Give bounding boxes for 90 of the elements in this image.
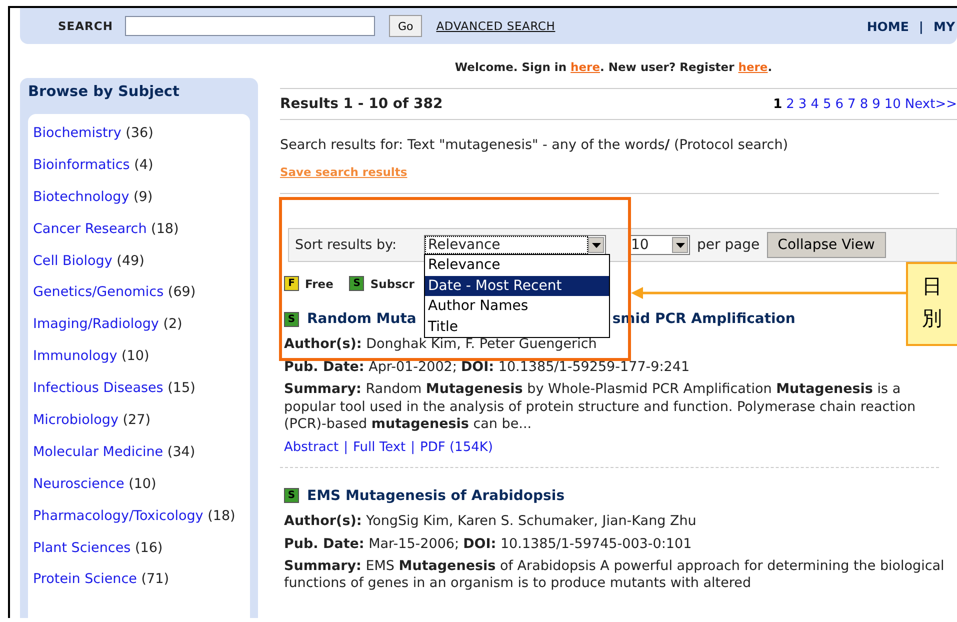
field-value: Mar-15-2006; — [368, 536, 460, 552]
nav-link[interactable]: MY — [934, 18, 955, 34]
field-value: Donghak Kim, F. Peter Guengerich — [366, 336, 597, 352]
subject-link[interactable]: Infectious Diseases — [33, 380, 164, 396]
sort-option[interactable]: Title — [425, 316, 609, 337]
subject-count: (2) — [163, 316, 182, 332]
result-link[interactable]: Full Text — [352, 440, 406, 454]
collapse-view-button[interactable]: Collapse View — [766, 232, 886, 258]
subject-count: (36) — [126, 125, 154, 141]
subject-link[interactable]: Immunology — [33, 348, 118, 364]
subject-count: (10) — [128, 476, 156, 492]
results-count: Results 1 - 10 of 382 — [280, 96, 443, 112]
page-link[interactable]: Next>> — [904, 96, 957, 112]
per-page-label: per page — [697, 237, 760, 253]
field-value: Apr-01-2002; — [368, 359, 457, 375]
subject-count: (27) — [122, 412, 150, 428]
nav-separator: | — [918, 18, 924, 34]
subject-count: (49) — [116, 252, 144, 269]
sort-option[interactable]: Date - Most Recent — [425, 276, 609, 296]
subject-link[interactable]: Bioinformatics — [33, 156, 130, 173]
subject-link[interactable]: Imaging/Radiology — [33, 316, 159, 332]
sort-label: Sort results by: — [295, 237, 398, 253]
sort-select[interactable]: Relevance — [424, 235, 606, 255]
subject-count: (71) — [141, 571, 169, 588]
result-link[interactable]: Abstract — [284, 440, 339, 454]
go-button[interactable]: Go — [388, 15, 422, 37]
field-label: Pub. Date: — [284, 359, 364, 375]
sort-option[interactable]: Relevance — [425, 255, 609, 276]
search-query-text: Search results for: Text "mutagenesis" - any of the words/ (Protocol search) — [280, 137, 790, 153]
per-page-select[interactable]: 10 — [628, 235, 690, 255]
subject-link[interactable]: Molecular Medicine — [33, 444, 164, 460]
subject-link[interactable]: Pharmacology/Toxicology — [33, 508, 204, 524]
page-link[interactable]: 4 — [810, 96, 819, 112]
subject-link[interactable]: Genetics/Genomics — [33, 284, 164, 300]
subject-count: (18) — [208, 508, 236, 524]
page-link[interactable]: 3 — [798, 96, 807, 112]
field-label: Pub. Date: — [284, 536, 364, 552]
summary-text: Summary: Random Mutagenesis by Whole-Plasmid PCR Amplification Mutagenesis is a popular tool used in the analysis of protein structure and function. Polymerase chain reaction (PCR)-based mutagenesis can be... — [284, 381, 917, 434]
welcome-message: Welcome. Sign in here. New user? Register here. — [454, 60, 774, 74]
subject-count: (69) — [168, 284, 196, 300]
search-label: SEARCH — [58, 19, 113, 33]
page-link[interactable]: 6 — [835, 96, 844, 112]
field-label: Author(s): — [284, 336, 362, 352]
access-icon: S — [349, 276, 364, 291]
legend-label: Subscr — [370, 276, 414, 290]
subject-count: (34) — [167, 444, 196, 460]
subject-link[interactable]: Cancer Research — [33, 220, 147, 237]
page-link[interactable]: 10 — [884, 96, 901, 112]
field-label: Author(s): — [284, 512, 362, 528]
subject-count: (15) — [168, 380, 196, 396]
page-link[interactable]: 7 — [848, 96, 856, 112]
subject-link[interactable]: Biotechnology — [33, 188, 130, 205]
access-icon: S — [284, 488, 299, 503]
field-value: 10.1385/1-59745-003-0:101 — [500, 536, 692, 552]
subject-link[interactable]: Neuroscience — [33, 476, 124, 492]
subject-count: (9) — [134, 188, 153, 205]
field-value: YongSig Kim, Karen S. Schumaker, Jian-Kang Zhu — [366, 512, 696, 528]
subject-link[interactable]: Microbiology — [33, 412, 118, 428]
result-title-link[interactable]: EMS Mutagenesis of Arabidopsis — [307, 488, 565, 504]
link-separator: | — [410, 440, 416, 454]
page-link[interactable]: 2 — [786, 96, 794, 112]
field-value: 10.1385/1-59259-177-9:241 — [498, 359, 690, 375]
nav-link[interactable]: HOME — [866, 18, 909, 34]
summary-text: Summary: EMS Mutagenesis of Arabidopsis A powerful approach for determining the biological functions of genes in an organism is to produce mutants with altered — [284, 558, 946, 592]
legend-label: Free — [305, 276, 334, 290]
result-title-link[interactable]: Random Muta — [307, 311, 416, 327]
page-link[interactable]: 9 — [872, 96, 880, 112]
access-icon: F — [284, 276, 299, 291]
subject-count: (4) — [134, 156, 154, 173]
link-separator: | — [344, 440, 348, 454]
sidebar-title: Browse by Subject — [28, 84, 180, 102]
page-link[interactable]: 8 — [860, 96, 868, 112]
page-link[interactable]: 1 — [773, 96, 782, 112]
page-link[interactable]: 5 — [822, 96, 832, 112]
access-icon: S — [284, 312, 299, 326]
subject-link[interactable]: Biochemistry — [33, 125, 122, 141]
subject-count: (10) — [122, 348, 150, 364]
subject-link[interactable]: Cell Biology — [33, 252, 112, 269]
subject-link[interactable]: Plant Sciences — [33, 540, 131, 556]
search-field[interactable] — [124, 16, 375, 36]
field-label: DOI: — [463, 536, 496, 552]
result-link[interactable]: PDF (154K) — [420, 440, 493, 454]
subject-count: (16) — [134, 540, 163, 556]
advanced-search-link[interactable]: ADVANCED SEARCH — [436, 19, 556, 33]
callout-text: 別 — [922, 305, 942, 332]
sort-option[interactable]: Author Names — [425, 296, 609, 316]
subject-count: (18) — [151, 220, 179, 237]
subject-link[interactable]: Protein Science — [33, 571, 137, 588]
field-label: DOI: — [460, 359, 494, 375]
callout-text: 日 — [922, 273, 942, 300]
